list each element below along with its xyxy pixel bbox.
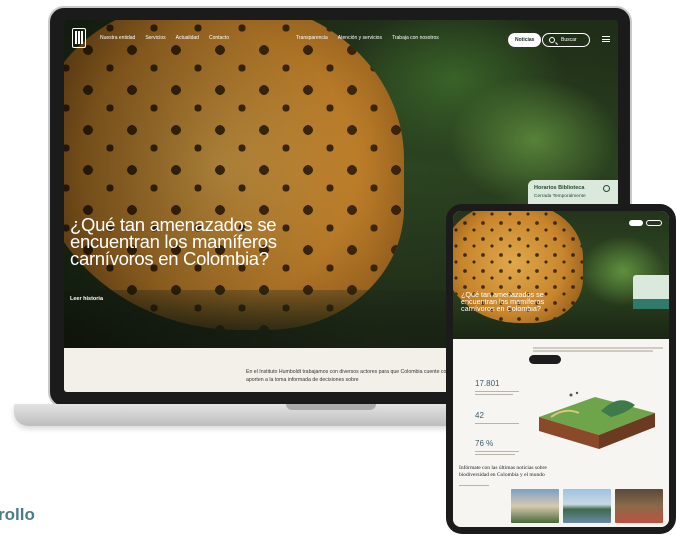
nav-links-primary: Nuestra entidad Servicios Actualidad Con… <box>100 35 229 41</box>
news-thumbnail[interactable] <box>563 489 611 523</box>
tablet-hero: ¿Qué tan amenazados se encuentran los ma… <box>453 211 669 339</box>
nav-link[interactable]: Servicios <box>145 35 165 41</box>
search-icon <box>549 37 555 43</box>
search-button[interactable]: Buscar <box>542 33 590 47</box>
tablet-search-button[interactable] <box>646 220 662 226</box>
news-thumbnail[interactable] <box>615 489 663 523</box>
nav-link[interactable]: Transparencia <box>296 35 328 41</box>
news-button[interactable]: Noticias <box>508 33 542 47</box>
nav-link[interactable]: Actualidad <box>176 35 199 41</box>
news-thumbnails <box>511 489 663 523</box>
nav-link[interactable]: Contacto <box>209 35 229 41</box>
terrain-block-illustration <box>539 391 655 449</box>
tablet-card-accent <box>633 299 669 309</box>
tablet-screen: ¿Qué tan amenazados se encuentran los ma… <box>453 211 669 527</box>
hero-title: ¿Qué tan amenazados se encuentran los ma… <box>70 214 277 269</box>
text-line <box>459 485 489 487</box>
hours-status: Cerrada Temporalmente <box>534 194 586 199</box>
mockup-stage: Nuestra entidad Servicios Actualidad Con… <box>0 0 677 535</box>
stat-value: 17.801 <box>475 379 500 388</box>
text-line <box>475 423 519 425</box>
logo-icon[interactable] <box>72 28 86 48</box>
tablet-body: 17.801 42 76 % Infórmate con las últimas… <box>453 339 669 527</box>
hamburger-menu-icon[interactable] <box>602 36 610 42</box>
nav-link[interactable]: Nuestra entidad <box>100 35 135 41</box>
text-line <box>475 391 519 393</box>
top-nav: Nuestra entidad Servicios Actualidad Con… <box>64 20 618 56</box>
news-thumbnail[interactable] <box>511 489 559 523</box>
stat-value: 42 <box>475 411 484 420</box>
laptop-notch <box>286 404 376 410</box>
stat-value: 76 % <box>475 439 494 448</box>
clock-icon <box>603 185 610 192</box>
tablet-hero-title: ¿Qué tan amenazados se encuentran los ma… <box>461 290 545 313</box>
hero-link[interactable]: Leer historia <box>70 296 103 302</box>
nav-links-secondary: Transparencia Atención y servicios Traba… <box>296 35 439 41</box>
news-headline: Infórmate con las últimas noticias sobre… <box>459 465 547 478</box>
text-line <box>475 454 515 456</box>
hours-title: Horarios Biblioteca <box>534 185 585 191</box>
nav-link[interactable]: Atención y servicios <box>338 35 382 41</box>
section-label: rollo <box>0 505 35 524</box>
text-line <box>533 347 663 349</box>
tablet-cta-button[interactable] <box>529 355 561 364</box>
text-line <box>475 394 513 396</box>
nav-link[interactable]: Trabaja con nosotros <box>392 35 439 41</box>
text-line <box>475 451 519 453</box>
search-label: Buscar <box>561 37 577 43</box>
tablet-news-button[interactable] <box>629 220 643 226</box>
text-line <box>533 350 653 352</box>
